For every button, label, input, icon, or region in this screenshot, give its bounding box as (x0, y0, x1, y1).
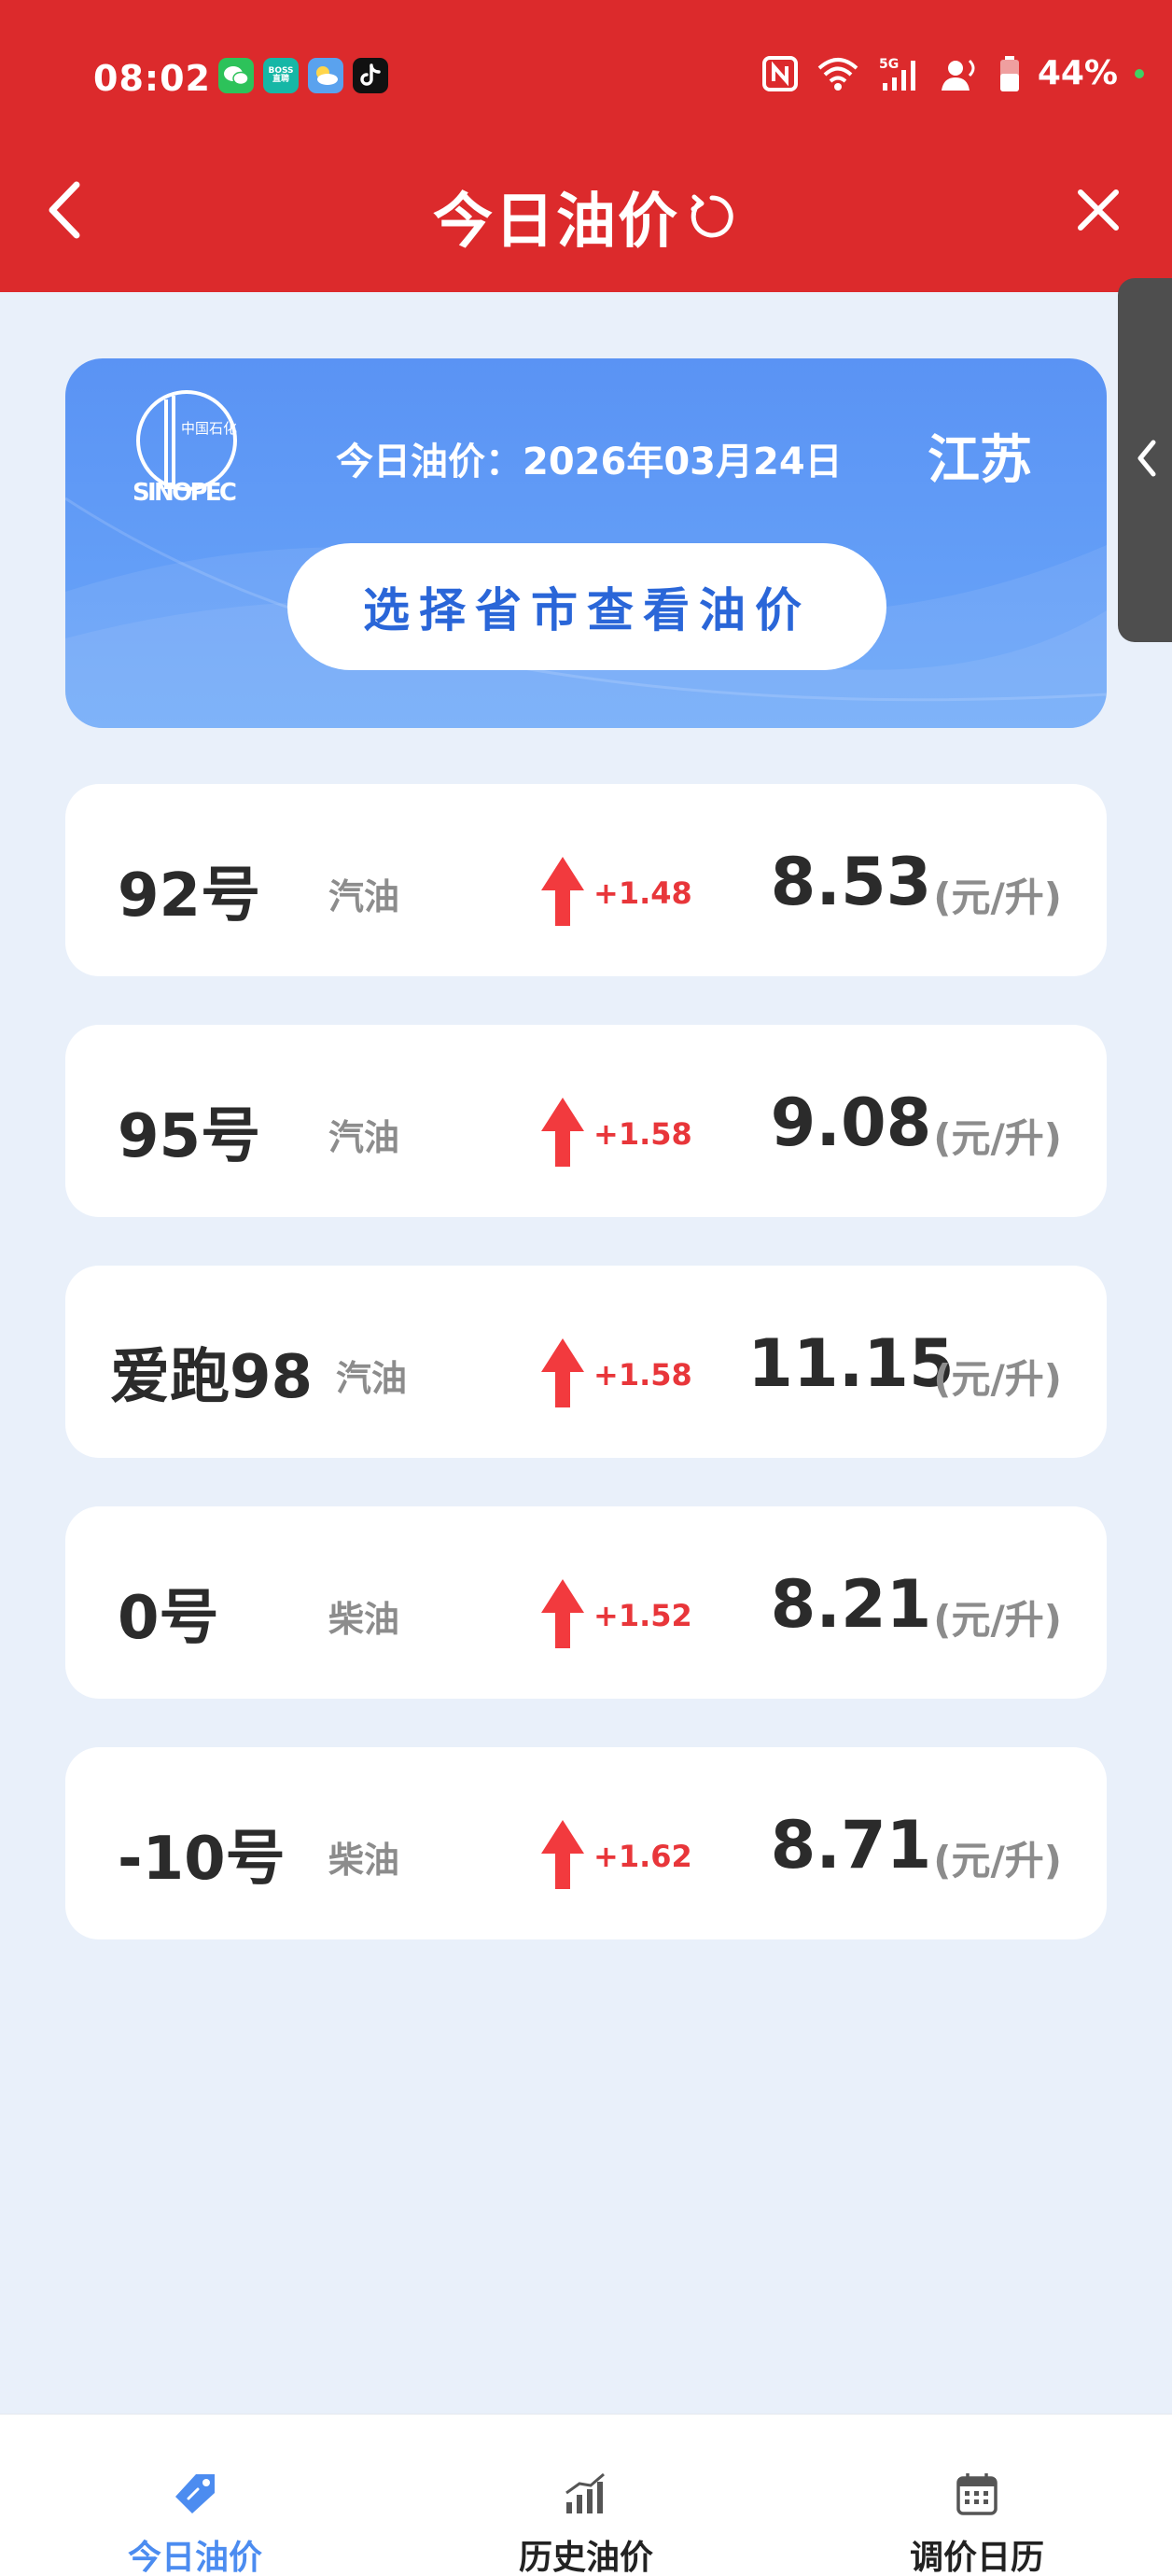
hotspot-user-icon (941, 59, 975, 91)
page-title-text: 今日油价 (433, 188, 679, 257)
refresh-icon[interactable] (685, 189, 739, 244)
tab-today-price[interactable]: 今日油价 (0, 2415, 390, 2576)
svg-text:5G: 5G (879, 57, 899, 72)
price-tag-icon (175, 2474, 215, 2513)
tab-label: 调价日历 (909, 2539, 1044, 2576)
tiktok-icon (353, 58, 388, 93)
tab-price-calendar[interactable]: 调价日历 (782, 2415, 1172, 2576)
boss-icon-label-bottom: 直聘 (272, 75, 289, 84)
navigation-bar: 今日油价 (0, 149, 1172, 271)
boss-zhipin-icon: BOSS 直聘 (263, 58, 299, 93)
price-row-diesel-0: 0号 柴油 +1.52 8.21 (元/升) (65, 1506, 1107, 1699)
selected-province: 江苏 (928, 430, 1032, 491)
close-icon[interactable] (1075, 187, 1122, 233)
fuel-type: 汽油 (328, 876, 400, 917)
notification-app-icons: BOSS 直聘 (218, 58, 388, 93)
tab-label: 历史油价 (518, 2539, 653, 2576)
select-province-button[interactable]: 选择省市查看油价 (287, 543, 886, 670)
tab-history-price[interactable]: 历史油价 (391, 2415, 781, 2576)
arrow-up-icon (541, 857, 584, 926)
price-row-diesel-minus-10: -10号 柴油 +1.62 8.71 (元/升) (65, 1747, 1107, 1939)
fuel-grade: 92号 (118, 861, 261, 931)
status-system-icons: 5G 44% (761, 54, 1144, 92)
price-unit: (元/升) (933, 875, 1062, 920)
price-row-92: 92号 汽油 +1.48 8.53 (元/升) (65, 784, 1107, 976)
fuel-grade: 0号 (118, 1584, 219, 1653)
privacy-indicator-dot (1135, 68, 1144, 78)
fuel-grade: 95号 (118, 1102, 261, 1171)
tab-label: 今日油价 (127, 2539, 262, 2576)
price-row-95: 95号 汽油 +1.58 9.08 (元/升) (65, 1025, 1107, 1217)
status-time: 08:02 (93, 58, 211, 99)
fuel-type: 柴油 (328, 1840, 400, 1881)
arrow-up-icon (541, 1820, 584, 1889)
price-change: +1.58 (593, 1116, 692, 1152)
status-bar: 08:02 BOSS 直聘 5G 44% (0, 45, 1172, 110)
price-unit: (元/升) (933, 1838, 1062, 1883)
side-drawer-handle[interactable] (1118, 278, 1172, 642)
sinopec-logo-text: SINOPEC (133, 479, 237, 507)
bottom-tab-bar: 今日油价 历史油价 调价日历 (0, 2414, 1172, 2576)
nfc-icon (761, 55, 798, 91)
chevron-left-icon (1137, 440, 1156, 477)
calendar-icon (956, 2473, 998, 2515)
wechat-icon (218, 58, 254, 93)
wifi-icon (817, 57, 858, 91)
5g-signal-icon: 5G (879, 57, 915, 91)
battery-icon (999, 55, 1019, 91)
price-row-98: 爱跑98 汽油 +1.58 11.15 (元/升) (65, 1266, 1107, 1458)
price-change: +1.52 (593, 1598, 692, 1633)
weather-icon (308, 58, 343, 93)
arrow-up-icon (541, 1579, 584, 1648)
price-change: +1.62 (593, 1839, 692, 1874)
fuel-grade: -10号 (118, 1825, 286, 1894)
sinopec-logo: 中国石化 SINOPEC (133, 390, 237, 507)
battery-percent: 44% (1037, 54, 1118, 92)
price-change: +1.48 (593, 875, 692, 911)
page-title: 今日油价 (0, 174, 1172, 259)
price-change: +1.58 (593, 1357, 692, 1393)
price-unit: (元/升) (933, 1115, 1062, 1161)
price-unit: (元/升) (933, 1597, 1062, 1643)
fuel-type: 汽油 (328, 1117, 400, 1158)
banner-date: 今日油价：2026年03月24日 (336, 441, 843, 483)
app-header: 08:02 BOSS 直聘 5G 44% 今日油价 (0, 0, 1172, 292)
bar-chart-icon (565, 2472, 605, 2513)
sinopec-logo-chinese: 中国石化 (181, 420, 237, 437)
arrow-up-icon (541, 1338, 584, 1407)
province-banner: 中国石化 SINOPEC 今日油价：2026年03月24日 江苏 选择省市查看油… (65, 358, 1107, 728)
arrow-up-icon (541, 1098, 584, 1167)
fuel-type: 汽油 (336, 1358, 408, 1399)
fuel-grade: 爱跑98 (110, 1343, 314, 1412)
price-unit: (元/升) (933, 1356, 1062, 1402)
fuel-type: 柴油 (328, 1599, 400, 1640)
